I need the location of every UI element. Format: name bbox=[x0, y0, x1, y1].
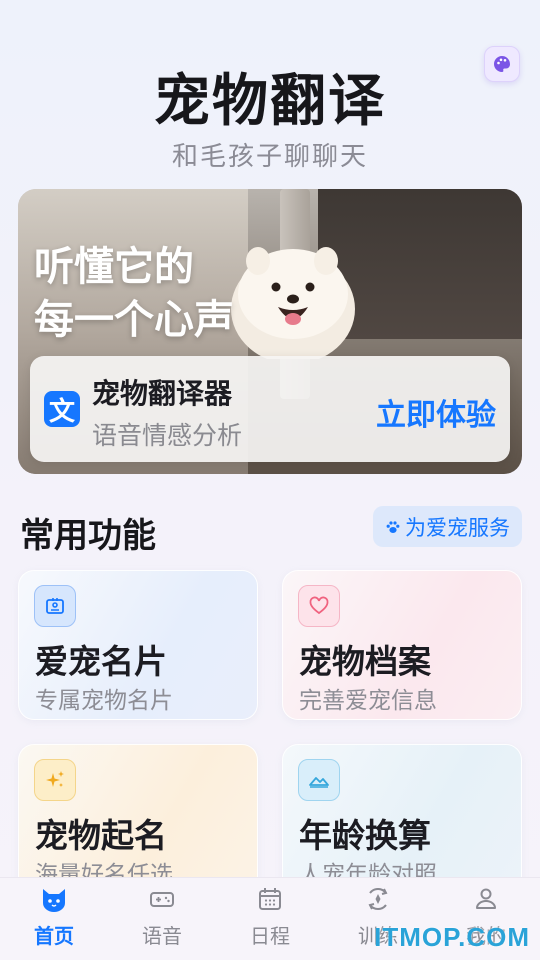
try-now-button[interactable]: 立即体验 bbox=[376, 390, 496, 434]
tab-schedule[interactable]: 日程 bbox=[216, 878, 324, 960]
sparkle-icon bbox=[46, 771, 64, 787]
page-subtitle: 和毛孩子聊聊天 bbox=[171, 142, 368, 172]
feature-icon-box bbox=[34, 585, 76, 627]
cat-icon bbox=[43, 889, 65, 912]
feature-icon-box bbox=[298, 585, 340, 627]
feature-icon-box bbox=[34, 759, 76, 801]
tab-voice[interactable]: 语音 bbox=[108, 878, 216, 960]
training-icon bbox=[368, 888, 388, 910]
feature-name: 年龄换算 bbox=[299, 816, 431, 855]
translator-card[interactable]: 文 宠物翻译器 语音情感分析 立即体验 bbox=[30, 356, 510, 462]
feature-card-pet-profile[interactable]: 宠物档案 完善爱宠信息 bbox=[282, 570, 522, 720]
calendar-icon bbox=[259, 888, 281, 910]
gamepad-icon bbox=[150, 892, 174, 907]
feature-desc: 完善爱宠信息 bbox=[299, 688, 437, 714]
section-title: 常用功能 bbox=[20, 516, 156, 556]
section-tag: 为爱宠服务 bbox=[373, 506, 522, 547]
feature-name: 爱宠名片 bbox=[35, 642, 167, 681]
hero-banner[interactable]: 听懂它的 每一个心声 文 宠物翻译器 语音情感分析 立即体验 bbox=[18, 189, 522, 474]
feature-card-age-convert[interactable]: 年龄换算 人宠年龄对照 bbox=[282, 744, 522, 894]
feature-card-pet-naming[interactable]: 宠物起名 海量好名任选 bbox=[18, 744, 258, 894]
dog-photo bbox=[231, 247, 355, 359]
page-title: 宠物翻译 bbox=[154, 69, 386, 134]
feature-card-pet-card[interactable]: 爱宠名片 专属宠物名片 bbox=[18, 570, 258, 720]
tab-label: 日程 bbox=[250, 924, 290, 948]
translate-icon: 文 bbox=[44, 391, 80, 427]
feature-name: 宠物档案 bbox=[299, 642, 431, 681]
section-tag-label: 为爱宠服务 bbox=[405, 515, 510, 540]
translator-card-subtitle: 语音情感分析 bbox=[92, 421, 243, 450]
feature-name: 宠物起名 bbox=[35, 816, 167, 855]
feature-icon-box bbox=[298, 759, 340, 801]
tab-home[interactable]: 首页 bbox=[0, 878, 108, 960]
feature-desc: 专属宠物名片 bbox=[35, 688, 173, 714]
translator-card-title: 宠物翻译器 bbox=[92, 377, 233, 410]
heart-icon bbox=[309, 596, 329, 615]
banner-headline-line1: 听懂它的 bbox=[34, 244, 194, 290]
tab-label: 语音 bbox=[142, 924, 182, 948]
mountain-icon bbox=[309, 777, 329, 788]
paw-icon bbox=[386, 520, 400, 533]
tab-label: 首页 bbox=[34, 924, 74, 948]
banner-headline: 听懂它的 每一个心声 bbox=[34, 241, 234, 347]
id-card-icon bbox=[46, 598, 64, 614]
user-icon bbox=[476, 888, 496, 909]
banner-headline-line2: 每一个心声 bbox=[34, 297, 234, 343]
watermark: ITMOP.COM bbox=[374, 922, 530, 952]
